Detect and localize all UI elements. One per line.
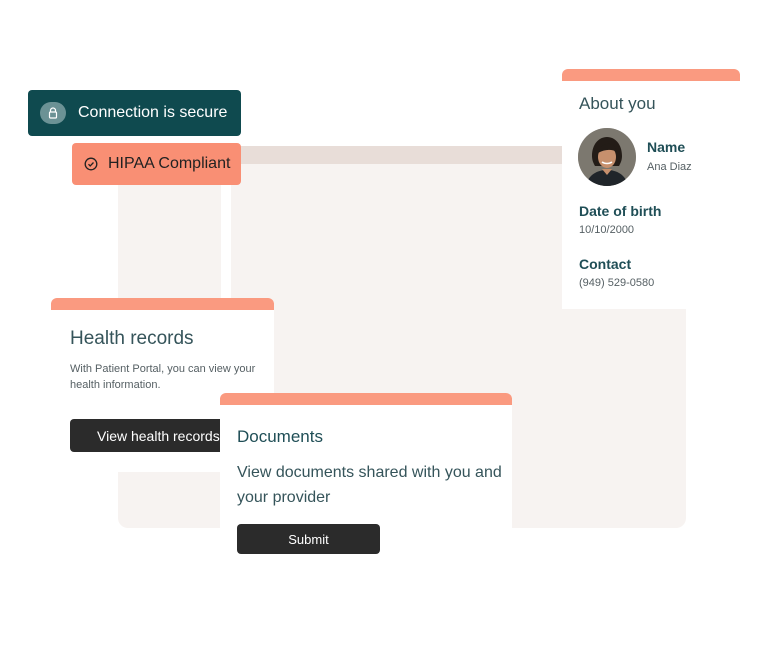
card-accent-bar bbox=[51, 298, 274, 310]
documents-description: View documents shared with you and your … bbox=[237, 464, 502, 506]
lock-icon bbox=[40, 102, 66, 124]
card-accent-bar bbox=[562, 69, 740, 81]
submit-button[interactable]: Submit bbox=[237, 524, 380, 554]
documents-card: Documents View documents shared with you… bbox=[220, 393, 512, 568]
check-circle-icon bbox=[84, 157, 98, 171]
documents-title: Documents bbox=[237, 427, 323, 446]
about-title: About you bbox=[579, 94, 656, 113]
health-records-description: With Patient Portal, you can view your h… bbox=[70, 363, 256, 391]
dob-label: Date of birth bbox=[579, 203, 662, 219]
about-you-card: About you Name Ana Diaz Date of birth 10… bbox=[562, 69, 740, 309]
dob-value: 10/10/2000 bbox=[579, 224, 635, 236]
secure-badge-label: Connection is secure bbox=[78, 104, 228, 121]
avatar bbox=[578, 128, 636, 186]
hipaa-badge-label: HIPAA Compliant bbox=[108, 155, 231, 172]
name-label: Name bbox=[647, 139, 686, 155]
contact-value: (949) 529-0580 bbox=[579, 277, 655, 289]
card-accent-bar bbox=[220, 393, 512, 405]
secure-connection-badge: Connection is secure bbox=[28, 90, 241, 136]
contact-label: Contact bbox=[579, 256, 632, 272]
health-records-title: Health records bbox=[70, 328, 194, 349]
hipaa-badge: HIPAA Compliant bbox=[72, 143, 241, 185]
name-value: Ana Diaz bbox=[647, 161, 692, 173]
